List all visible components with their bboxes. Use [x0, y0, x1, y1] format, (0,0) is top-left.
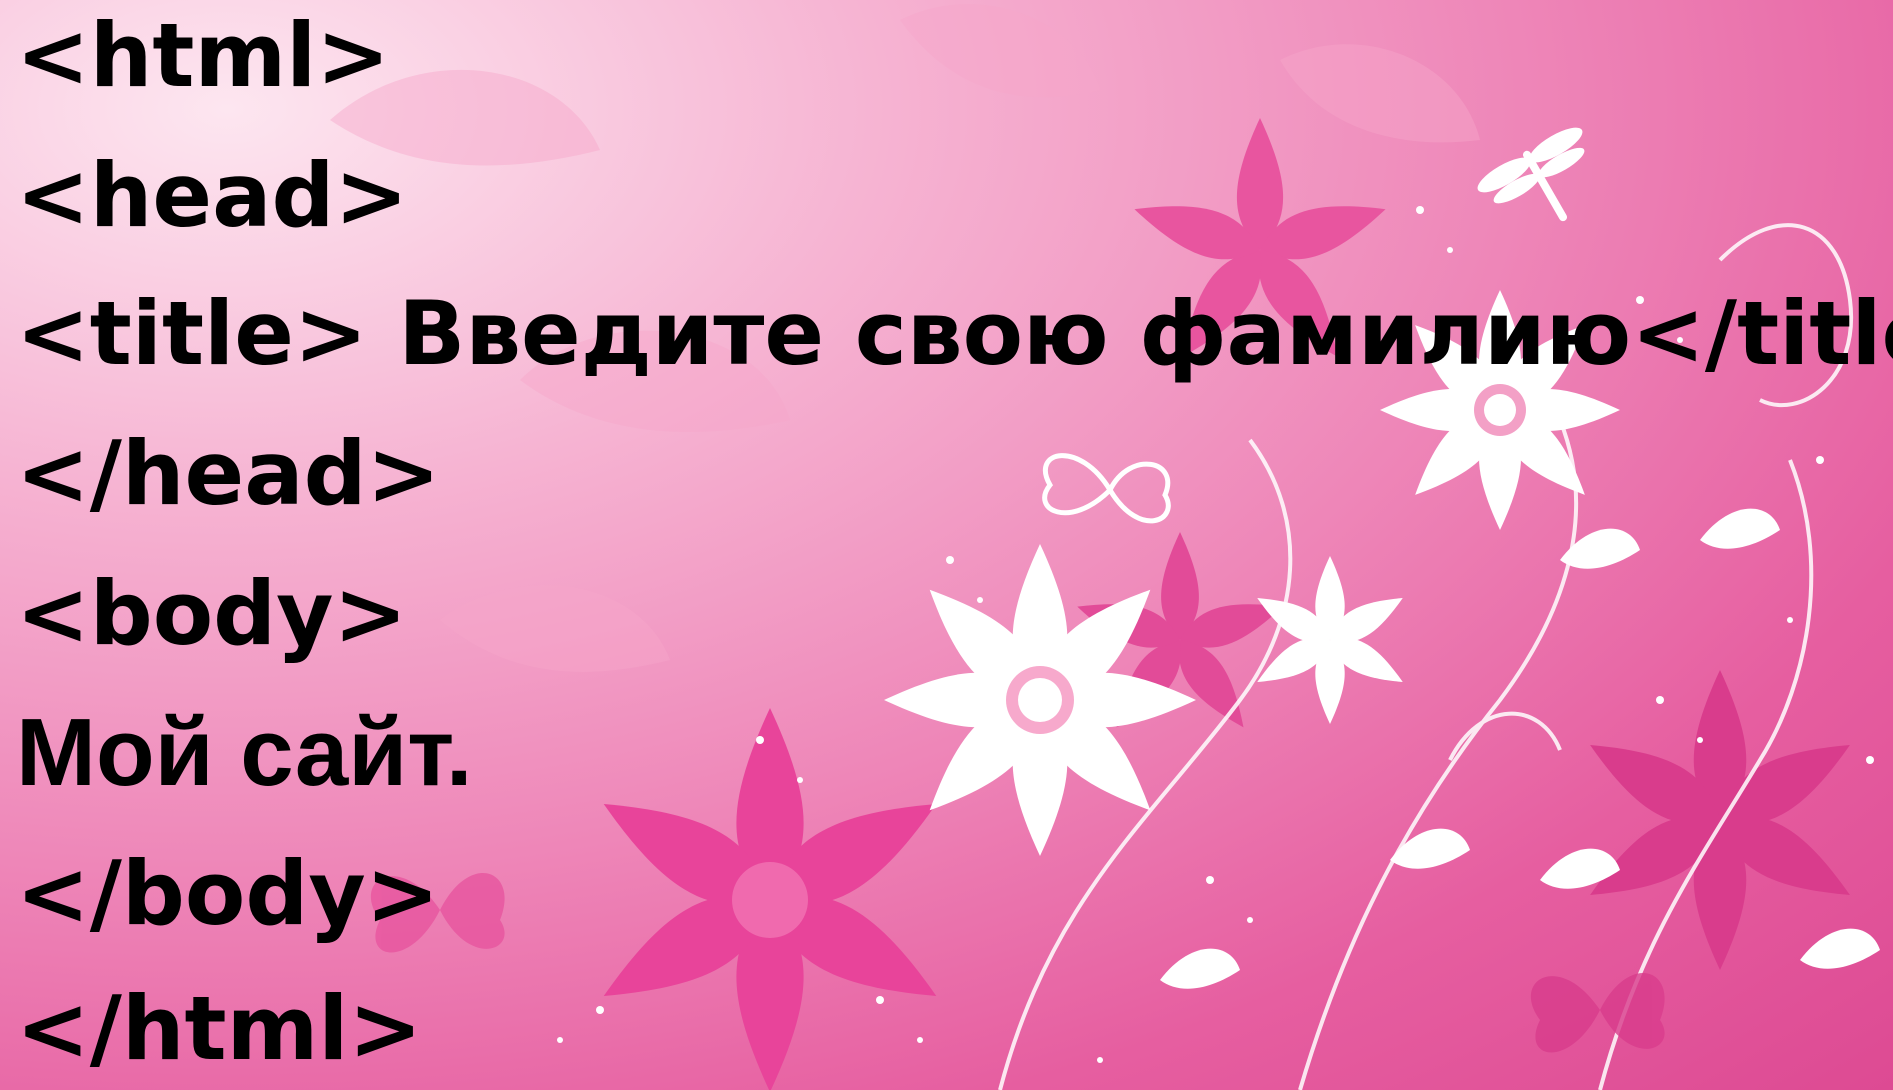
code-line-body-close: </body>	[16, 842, 440, 945]
pink-flower-right	[1576, 670, 1864, 970]
code-line-title: <title> Введите свою фамилию</title>	[16, 282, 1893, 385]
butterfly-pink-bottom-right	[1530, 972, 1665, 1053]
butterfly-white	[1042, 453, 1171, 524]
white-leaves	[1160, 508, 1880, 989]
white-flower-large	[884, 544, 1196, 856]
code-line-head-open: <head>	[16, 144, 409, 247]
code-line-html-open: <html>	[16, 4, 391, 107]
pink-flower-large	[586, 708, 954, 1090]
dragonfly-illustration	[1477, 127, 1585, 222]
code-line-body-content: Мой сайт.	[16, 699, 473, 806]
code-line-head-close: </head>	[16, 422, 441, 525]
code-line-body-open: <body>	[16, 562, 408, 665]
slide: <html> <head> <title> Введите свою фамил…	[0, 0, 1893, 1090]
code-line-html-close: </html>	[16, 977, 423, 1080]
